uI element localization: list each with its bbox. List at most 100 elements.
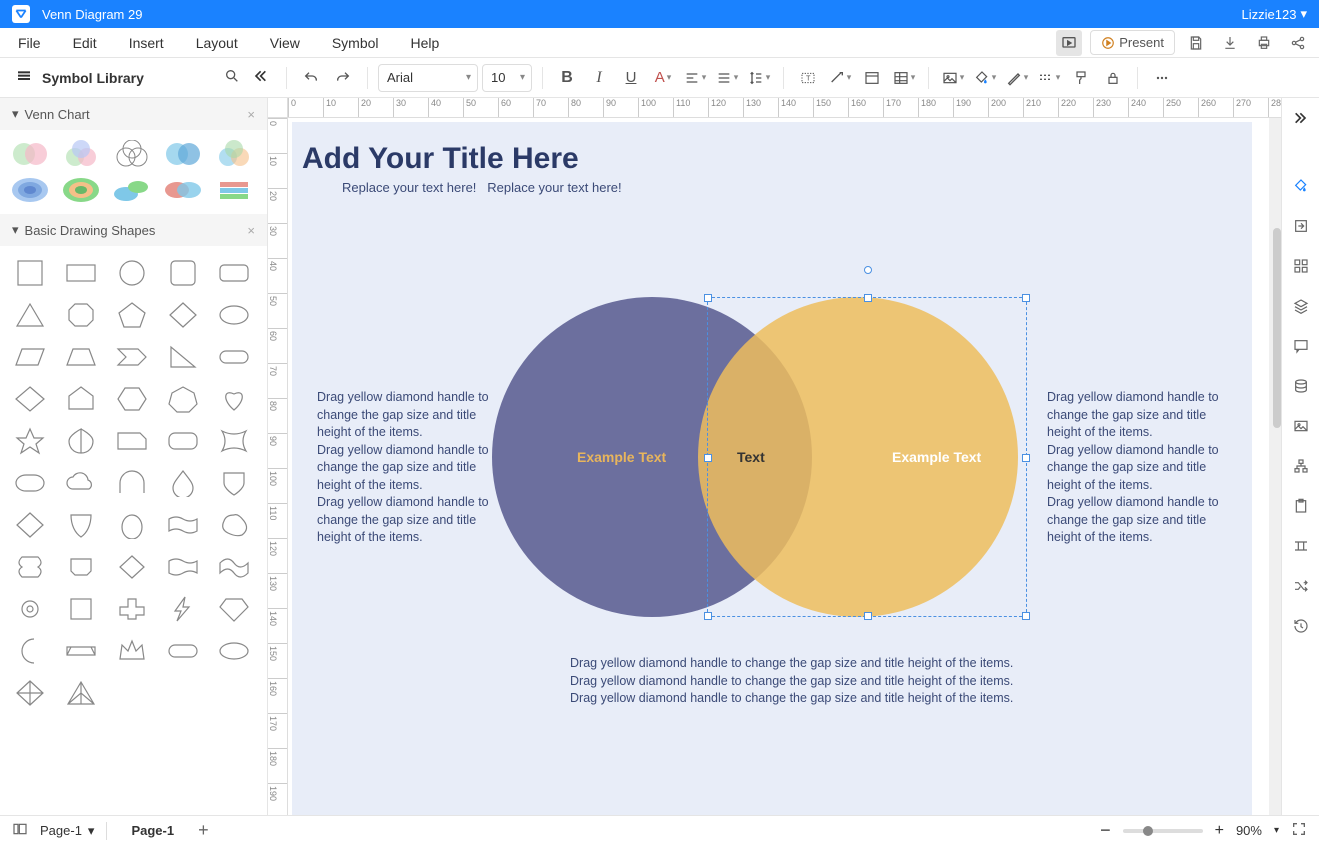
venn-label-center[interactable]: Text — [737, 449, 765, 465]
shape-drop[interactable] — [161, 464, 205, 502]
data-panel-icon[interactable] — [1289, 374, 1313, 398]
menu-view[interactable]: View — [260, 31, 310, 55]
menu-edit[interactable]: Edit — [63, 31, 107, 55]
venn-2-color[interactable] — [8, 138, 52, 170]
venn-rings[interactable] — [59, 174, 103, 206]
history-panel-icon[interactable] — [1289, 614, 1313, 638]
shape-diamond[interactable] — [161, 296, 205, 334]
slideshow-icon-button[interactable] — [1056, 30, 1082, 56]
shape-cloud[interactable] — [59, 464, 103, 502]
outline-icon[interactable] — [12, 821, 28, 840]
close-icon[interactable]: × — [247, 223, 255, 238]
venn-label-left[interactable]: Example Text — [577, 449, 666, 465]
side-text-right[interactable]: Drag yellow diamond handle to change the… — [1047, 389, 1222, 547]
shape-gem[interactable] — [212, 590, 256, 628]
panel-header-venn[interactable]: ▾Venn Chart × — [0, 98, 267, 130]
comment-panel-icon[interactable] — [1289, 334, 1313, 358]
lock-button[interactable] — [1099, 64, 1127, 92]
shape-flag[interactable] — [161, 548, 205, 586]
fullscreen-icon[interactable] — [1291, 821, 1307, 840]
shape-diamond2[interactable] — [8, 506, 52, 544]
line-color-button[interactable] — [1003, 64, 1031, 92]
shape-ellipse[interactable] — [212, 296, 256, 334]
zoom-in-icon[interactable]: + — [1215, 822, 1224, 840]
sitemap-panel-icon[interactable] — [1289, 454, 1313, 478]
venn-3-color[interactable] — [59, 138, 103, 170]
connector-button[interactable] — [826, 64, 854, 92]
shape-tri-split[interactable] — [59, 674, 103, 712]
page-subtitle[interactable]: Replace your text here! Replace your tex… — [342, 180, 622, 195]
print-icon-button[interactable] — [1251, 30, 1277, 56]
menu-insert[interactable]: Insert — [119, 31, 174, 55]
collapse-icon[interactable] — [252, 68, 268, 87]
align-h-button[interactable] — [681, 64, 709, 92]
bold-button[interactable]: B — [553, 64, 581, 92]
shape-rect-dash[interactable] — [161, 632, 205, 670]
shape-shield[interactable] — [212, 464, 256, 502]
page-title[interactable]: Add Your Title Here — [302, 142, 579, 176]
zoom-slider[interactable] — [1123, 829, 1203, 833]
layers-panel-icon[interactable] — [1289, 294, 1313, 318]
shape-egg[interactable] — [110, 506, 154, 544]
shape-tri-right[interactable] — [161, 338, 205, 376]
shape-rect[interactable] — [59, 254, 103, 292]
shape-bolt[interactable] — [161, 590, 205, 628]
shape-pentagon[interactable] — [110, 296, 154, 334]
line-height-button[interactable] — [745, 64, 773, 92]
font-color-button[interactable]: A — [649, 64, 677, 92]
shape-shield2[interactable] — [59, 506, 103, 544]
bottom-text[interactable]: Drag yellow diamond handle to change the… — [570, 655, 1013, 708]
shape-parallelogram[interactable] — [8, 338, 52, 376]
shape-pentagon2[interactable] — [59, 380, 103, 418]
shape-star[interactable] — [8, 422, 52, 460]
shape-hexagon[interactable] — [110, 380, 154, 418]
shape-round-rect2[interactable] — [161, 422, 205, 460]
shape-crown[interactable] — [110, 632, 154, 670]
shape-badge[interactable] — [59, 548, 103, 586]
font-size-select[interactable]: 10 — [482, 64, 532, 92]
text-box-button[interactable]: T — [794, 64, 822, 92]
page-canvas[interactable]: Add Your Title Here Replace your text he… — [292, 122, 1252, 815]
shape-circle[interactable] — [110, 254, 154, 292]
underline-button[interactable]: U — [617, 64, 645, 92]
fill-panel-icon[interactable] — [1289, 174, 1313, 198]
page-tab[interactable]: Page-1 — [119, 819, 186, 842]
italic-button[interactable]: I — [585, 64, 613, 92]
rotate-handle[interactable] — [864, 266, 872, 274]
shape-rhombus[interactable] — [8, 380, 52, 418]
add-page-icon[interactable]: + — [198, 820, 209, 841]
venn-2-blue[interactable] — [161, 138, 205, 170]
venn-label-right[interactable]: Example Text — [892, 449, 981, 465]
venn-stack[interactable] — [212, 174, 256, 206]
shape-ribbon[interactable] — [59, 632, 103, 670]
venn-diagram[interactable]: Example Text Text Example Text — [492, 297, 1032, 617]
save-icon-button[interactable] — [1183, 30, 1209, 56]
menu-layout[interactable]: Layout — [186, 31, 248, 55]
shape-diamond3[interactable] — [110, 548, 154, 586]
venn-3-outline[interactable] — [110, 138, 154, 170]
menu-symbol[interactable]: Symbol — [322, 31, 389, 55]
panel-header-basic[interactable]: ▾Basic Drawing Shapes × — [0, 214, 267, 246]
venn-bubbles[interactable] — [110, 174, 154, 206]
align-panel-icon[interactable] — [1289, 534, 1313, 558]
venn-concentric[interactable] — [8, 174, 52, 206]
shape-cut-rect[interactable] — [110, 422, 154, 460]
search-icon[interactable] — [224, 68, 240, 87]
shape-octagon[interactable] — [59, 296, 103, 334]
shape-heptagon[interactable] — [161, 380, 205, 418]
expand-icon[interactable] — [1289, 106, 1313, 130]
side-text-left[interactable]: Drag yellow diamond handle to change the… — [317, 389, 492, 547]
table-button[interactable] — [890, 64, 918, 92]
download-icon-button[interactable] — [1217, 30, 1243, 56]
shape-cross-diag[interactable] — [8, 674, 52, 712]
shape-triangle[interactable] — [8, 296, 52, 334]
shape-moon[interactable] — [8, 632, 52, 670]
menu-file[interactable]: File — [8, 31, 51, 55]
app-logo[interactable] — [12, 5, 30, 23]
close-icon[interactable]: × — [247, 107, 255, 122]
vertical-scrollbar[interactable] — [1273, 228, 1281, 428]
shape-docbox[interactable] — [59, 590, 103, 628]
shape-blob[interactable] — [212, 506, 256, 544]
line-style-button[interactable] — [1035, 64, 1063, 92]
shape-heart[interactable] — [212, 380, 256, 418]
